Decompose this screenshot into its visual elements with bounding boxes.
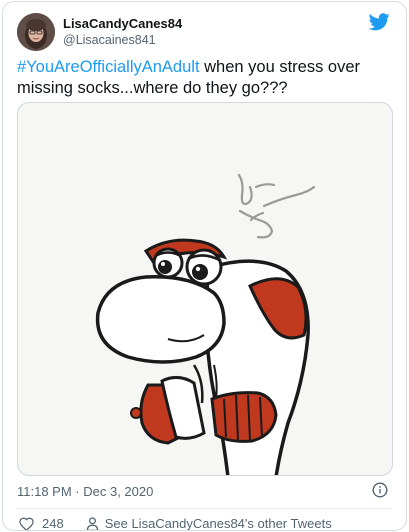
- other-tweets-label: See LisaCandyCanes84's other Tweets: [104, 516, 332, 531]
- hashtag-link[interactable]: #YouAreOfficiallyAnAdult: [17, 58, 200, 76]
- divider: [17, 508, 392, 509]
- tweet-image[interactable]: [17, 102, 393, 476]
- like-button[interactable]: 248: [19, 516, 64, 531]
- tweet-header: LisaCandyCanes84 @Lisacaines841: [17, 13, 394, 53]
- avatar[interactable]: [17, 13, 55, 51]
- tweet-timestamp[interactable]: 11:18 PM · Dec 3, 2020: [17, 484, 153, 499]
- twitter-bird-icon[interactable]: [369, 13, 390, 31]
- cartoon-sock-illustration: [95, 173, 316, 475]
- heart-icon: [19, 517, 34, 530]
- tweet-text: #YouAreOfficiallyAnAdult when you stress…: [17, 57, 397, 99]
- author-names: LisaCandyCanes84 @Lisacaines841: [63, 16, 182, 48]
- other-tweets-link[interactable]: See LisaCandyCanes84's other Tweets: [86, 516, 332, 531]
- user-handle[interactable]: @Lisacaines841: [63, 32, 182, 48]
- person-icon: [86, 516, 98, 530]
- tweet-card: LisaCandyCanes84 @Lisacaines841 #YouAreO…: [2, 1, 407, 531]
- display-name[interactable]: LisaCandyCanes84: [63, 16, 182, 32]
- worry-squiggle: [237, 173, 316, 239]
- info-icon[interactable]: [372, 482, 388, 498]
- tweet-actions: 248 See LisaCandyCanes84's other Tweets: [19, 516, 332, 531]
- like-count: 248: [42, 516, 64, 531]
- avatar-image: [17, 13, 55, 51]
